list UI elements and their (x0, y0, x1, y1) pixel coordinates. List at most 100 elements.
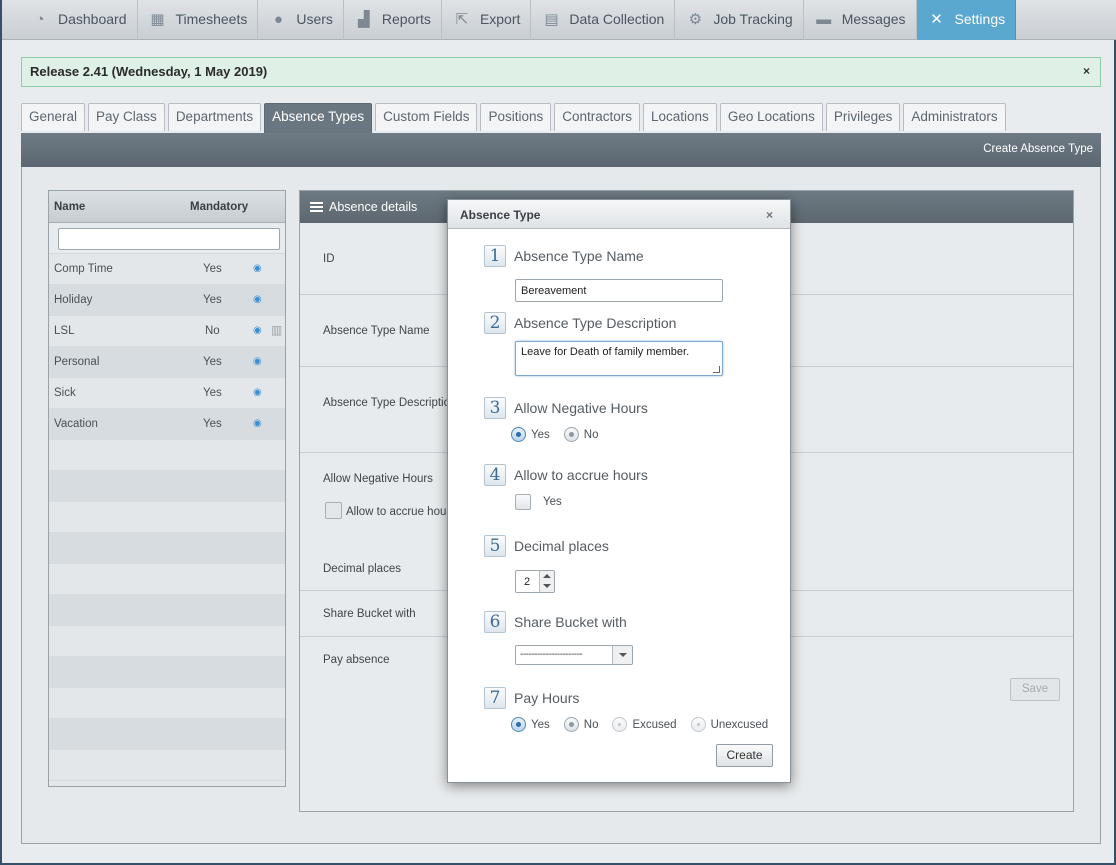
list-filter-input[interactable] (58, 228, 280, 250)
eye-icon[interactable]: ◉ (253, 418, 262, 429)
save-button[interactable]: Save (1010, 678, 1060, 701)
details-accrue-checkbox[interactable] (325, 502, 342, 519)
banner-close-icon[interactable]: × (1083, 64, 1090, 78)
nav-data-collection[interactable]: ▤ Data Collection (531, 0, 676, 40)
step-5: 5 Decimal places (484, 535, 609, 557)
tab-departments[interactable]: Departments (167, 103, 262, 131)
step-1: 1 Absence Type Name (484, 245, 644, 267)
release-banner-text: Release 2.41 (Wednesday, 1 May 2019) (30, 64, 268, 79)
tabs-toolbar: Create Absence Type (21, 133, 1101, 167)
tab-locations[interactable]: Locations (643, 103, 717, 131)
list-item[interactable]: Vacation Yes ◉ (49, 409, 285, 440)
step-4: 4 Allow to accrue hours (484, 464, 648, 486)
chevron-down-icon[interactable] (612, 646, 632, 664)
eye-icon[interactable]: ◉ (253, 294, 262, 305)
absence-type-list: Name Mandatory Comp Time Yes ◉ Holiday Yes ◉ L… (48, 190, 286, 787)
decimal-places-stepper[interactable]: 2 (515, 570, 555, 593)
tab-privileges[interactable]: Privileges (825, 103, 901, 131)
nav-label: Users (296, 11, 333, 27)
absence-type-description-input[interactable]: Leave for Death of family member. (515, 341, 723, 376)
empty-list-row (49, 564, 285, 595)
share-bucket-select[interactable]: ---------------------- (515, 645, 633, 665)
eye-icon[interactable]: ◉ (253, 325, 262, 336)
column-header-mandatory[interactable]: Mandatory (190, 201, 248, 213)
step-3: 3 Allow Negative Hours (484, 397, 648, 419)
create-absence-type-link[interactable]: Create Absence Type (983, 143, 1093, 155)
nav-export[interactable]: ⇱ Export (442, 0, 532, 40)
tab-contractors[interactable]: Contractors (554, 103, 641, 131)
pay-hours-excused-radio[interactable] (612, 717, 628, 732)
empty-list-row (49, 471, 285, 502)
stepper-up-icon[interactable] (543, 574, 551, 578)
negative-hours-yes-label: Yes (531, 428, 550, 441)
export-icon: ⇱ (455, 11, 469, 28)
absence-type-dialog: Absence Type × 1 Absence Type Name 2 Absen… (447, 199, 791, 783)
nav-job-tracking[interactable]: ⚙ Job Tracking (675, 0, 804, 40)
stepper-down-icon[interactable] (543, 584, 551, 588)
tab-custom-fields[interactable]: Custom Fields (375, 103, 478, 131)
tab-positions[interactable]: Positions (480, 103, 552, 131)
pay-hours-no-radio[interactable] (563, 717, 579, 732)
nav-label: Job Tracking (713, 11, 793, 27)
dialog-close-icon[interactable]: × (766, 208, 773, 222)
details-decimal-label: Decimal places (323, 563, 401, 575)
pay-hours-label: Pay Hours (514, 690, 580, 706)
accrue-hours-yes-label: Yes (543, 496, 562, 508)
absence-type-name: Vacation (54, 418, 98, 430)
eye-icon[interactable]: ◉ (253, 356, 262, 367)
list-item[interactable]: Comp Time Yes ◉ (49, 254, 285, 285)
empty-list-row (49, 657, 285, 688)
tab-absence-types[interactable]: Absence Types (264, 103, 373, 133)
pay-hours-unexcused-radio[interactable] (690, 717, 706, 732)
share-bucket-label: Share Bucket with (514, 614, 627, 630)
empty-list-row (49, 626, 285, 657)
nav-label: Timesheets (175, 11, 248, 27)
negative-hours-no-radio[interactable] (563, 427, 579, 442)
mandatory-value: Yes (203, 263, 222, 275)
wrench-icon: ✕ (930, 11, 943, 28)
list-item[interactable]: Personal Yes ◉ (49, 347, 285, 378)
nav-messages[interactable]: ▬ Messages (804, 0, 917, 40)
bar-chart-icon: ▟ (358, 11, 370, 28)
absence-type-name: Comp Time (54, 263, 113, 275)
list-item[interactable]: Sick Yes ◉ (49, 378, 285, 409)
step-number-2: 2 (484, 312, 506, 334)
app-window: ◔ Dashboard ▦ Timesheets ● Users ▟ Reports ⇱ Expo… (0, 0, 1116, 865)
details-description-label: Absence Type Description (323, 397, 457, 409)
absence-type-name-input[interactable] (515, 279, 723, 302)
tab-general[interactable]: General (21, 103, 86, 131)
eye-icon[interactable]: ◉ (253, 387, 262, 398)
share-bucket-value: ---------------------- (520, 649, 583, 660)
empty-list-row (49, 502, 285, 533)
list-item[interactable]: LSL No ◉ ▥ (49, 316, 285, 347)
list-header: Name Mandatory (49, 191, 285, 223)
nav-dashboard[interactable]: ◔ Dashboard (2, 0, 138, 40)
accrue-hours-checkbox[interactable] (515, 494, 531, 510)
eye-icon[interactable]: ◉ (253, 263, 262, 274)
nav-timesheets[interactable]: ▦ Timesheets (138, 0, 259, 40)
tab-pay-class[interactable]: Pay Class (88, 103, 165, 131)
nav-label: Settings (954, 11, 1006, 27)
tab-administrators[interactable]: Administrators (903, 103, 1006, 131)
pay-hours-yes-radio[interactable] (511, 717, 526, 732)
trash-icon[interactable]: ▥ (271, 323, 282, 337)
create-button[interactable]: Create (716, 744, 773, 767)
tab-geo-locations[interactable]: Geo Locations (719, 103, 823, 131)
decimal-places-label: Decimal places (514, 538, 609, 554)
empty-list-row (49, 750, 285, 781)
list-item[interactable]: Holiday Yes ◉ (49, 285, 285, 316)
step-number-7: 7 (484, 687, 506, 709)
nav-users[interactable]: ● Users (258, 0, 344, 40)
job-tracking-icon: ⚙ (688, 11, 703, 28)
resize-handle-icon[interactable] (713, 366, 720, 373)
step-number-3: 3 (484, 397, 506, 419)
absence-type-name: LSL (54, 325, 75, 337)
nav-reports[interactable]: ▟ Reports (344, 0, 442, 40)
nav-label: Messages (841, 11, 906, 27)
negative-hours-yes-radio[interactable] (511, 427, 526, 442)
step-6: 6 Share Bucket with (484, 611, 627, 633)
empty-list-row (49, 719, 285, 750)
column-header-name[interactable]: Name (54, 201, 85, 213)
absence-type-name: Personal (54, 356, 100, 368)
nav-settings[interactable]: ✕ Settings (916, 0, 1017, 40)
